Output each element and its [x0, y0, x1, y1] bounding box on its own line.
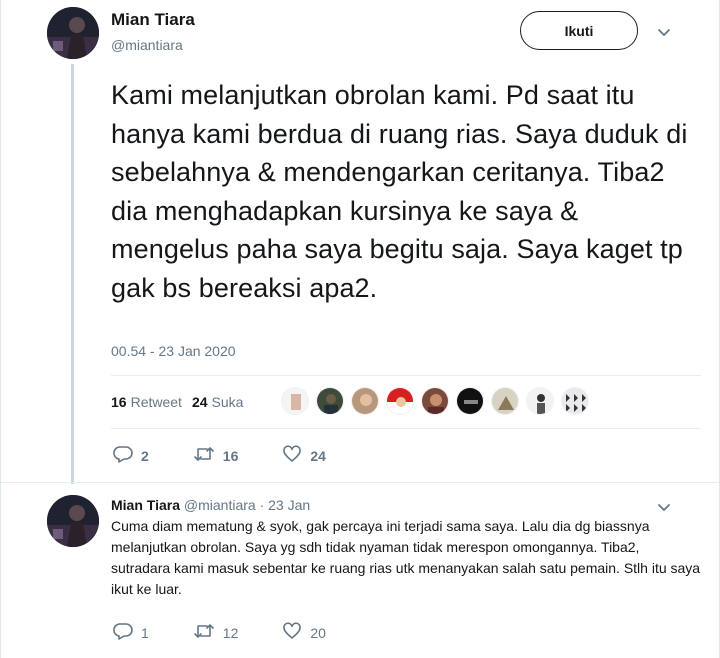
follow-button[interactable]: Ikuti [520, 11, 638, 50]
like-stat-label: Suka [211, 394, 244, 410]
author-name[interactable]: Mian Tiara [111, 10, 195, 30]
liker-avatar[interactable] [526, 387, 554, 415]
retweet-icon [193, 445, 215, 466]
liker-avatar[interactable] [386, 387, 414, 415]
tweet-stats: 16 Retweet 24 Suka [111, 394, 243, 410]
liker-avatar[interactable] [316, 387, 344, 415]
liker-avatar[interactable] [421, 387, 449, 415]
liker-avatar[interactable] [561, 387, 589, 415]
tweet-actions: 2 16 24 [113, 445, 370, 466]
author-handle[interactable]: @miantiara [111, 37, 183, 53]
avatar[interactable] [47, 7, 99, 59]
like-stat[interactable]: 24 Suka [192, 394, 244, 410]
like-action-count: 20 [310, 624, 326, 641]
reply-text: Cuma diam mematung & syok, gak percaya i… [111, 518, 701, 597]
retweet-icon [193, 622, 215, 643]
tweet-text: Kami melanjutkan obrolan kami. Pd saat i… [111, 80, 688, 303]
thread-connector-line [71, 64, 74, 484]
divider [111, 375, 701, 376]
reply-button[interactable]: 2 [113, 445, 149, 466]
divider [111, 428, 701, 429]
reply-icon [113, 622, 133, 643]
reply-icon [113, 445, 133, 466]
reply-count: 1 [141, 624, 149, 641]
reply-count: 2 [141, 447, 149, 464]
like-count: 24 [191, 394, 208, 410]
chevron-down-icon[interactable] [656, 499, 672, 515]
retweet-button[interactable]: 16 [193, 445, 239, 466]
reply-header: Mian Tiara @miantiara · 23 Jan [111, 497, 310, 513]
reply-actions: 1 12 20 [113, 622, 370, 643]
retweet-action-count: 12 [222, 624, 239, 641]
chevron-down-icon[interactable] [656, 24, 672, 40]
reply-author-handle[interactable]: @miantiara [184, 497, 256, 513]
liker-avatar[interactable] [351, 387, 379, 415]
liker-avatars [281, 387, 589, 415]
tweet-thread: Mian Tiara @miantiara Ikuti Kami melanju… [0, 0, 720, 658]
retweet-action-count: 16 [222, 447, 239, 464]
reply-button[interactable]: 1 [113, 622, 149, 643]
liker-avatar[interactable] [456, 387, 484, 415]
retweet-button[interactable]: 12 [193, 622, 239, 643]
like-action-count: 24 [310, 447, 326, 464]
retweet-stat[interactable]: 16 Retweet [111, 394, 182, 410]
retweet-stat-label: Retweet [130, 394, 182, 410]
retweet-count: 16 [111, 394, 127, 410]
avatar[interactable] [47, 495, 99, 547]
reply-author-name[interactable]: Mian Tiara [111, 497, 180, 513]
liker-avatar[interactable] [281, 387, 309, 415]
liker-avatar[interactable] [491, 387, 519, 415]
like-button[interactable]: 24 [282, 445, 326, 466]
tweet-timestamp[interactable]: 00.54 - 23 Jan 2020 [111, 343, 236, 359]
reply-date[interactable]: · 23 Jan [260, 497, 311, 513]
heart-icon [282, 622, 302, 643]
heart-icon [282, 445, 302, 466]
like-button[interactable]: 20 [282, 622, 326, 643]
divider [1, 482, 720, 483]
